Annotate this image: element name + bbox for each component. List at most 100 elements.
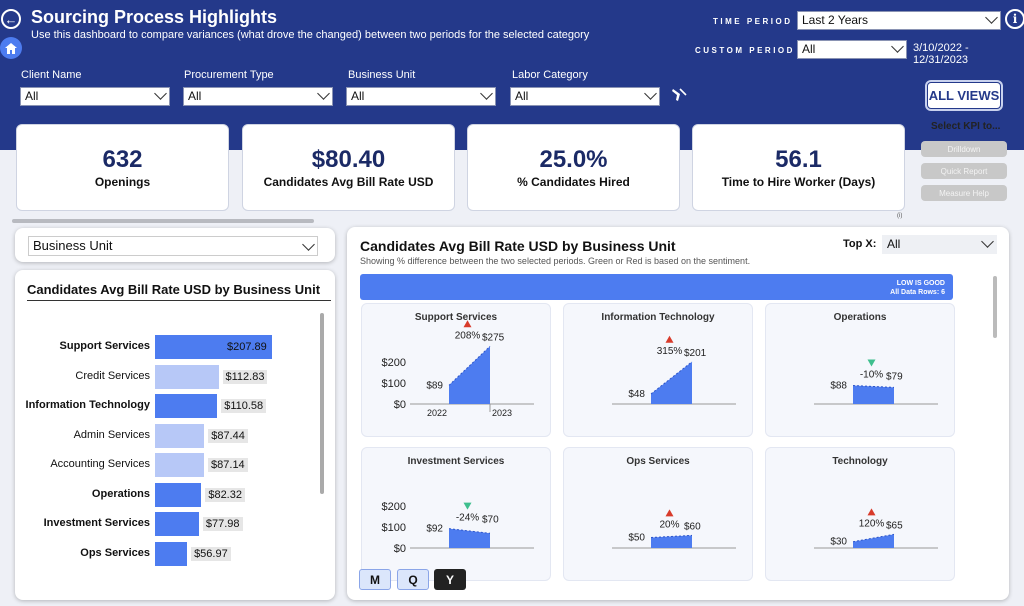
bar-row[interactable]: Admin Services $87.44	[18, 423, 318, 448]
bar-row[interactable]: Ops Services $56.97	[18, 541, 318, 566]
value-2022-label: $30	[830, 537, 847, 548]
right-chart-scrollbar[interactable]	[993, 276, 997, 338]
bar-row[interactable]: Credit Services $112.83	[18, 364, 318, 389]
filter-procurement-type-value: All	[188, 89, 202, 103]
trend-up-arrow-icon	[867, 508, 876, 516]
all-views-button[interactable]: ALL VIEWS	[927, 82, 1001, 109]
bar-category-label: Admin Services	[73, 428, 150, 441]
small-multiple-investment-services[interactable]: Investment Services $92 $70 -24% $200 $100 $0	[361, 447, 551, 581]
filter-labor-category-label: Labor Category	[512, 69, 588, 81]
area-mark	[853, 534, 894, 548]
value-2023-label: $65	[886, 520, 903, 531]
kpi-card-openings[interactable]: 632 Openings	[16, 124, 229, 211]
small-multiple-support-services[interactable]: Support Services $89 $275 208% $200 $100 $0 202…	[361, 303, 551, 437]
kpi-value: 632	[102, 145, 143, 173]
trend-up-arrow-icon	[665, 509, 674, 517]
bar-row[interactable]: Support Services $207.89	[18, 335, 318, 359]
dimension-select[interactable]: Business Unit	[28, 236, 318, 256]
period-button-y[interactable]: Y	[434, 569, 466, 590]
drilldown-button[interactable]: Drilldown	[921, 141, 1007, 157]
bar[interactable]	[155, 512, 199, 536]
bar-row[interactable]: Accounting Services $87.14	[18, 453, 318, 477]
y-tick-label: $100	[382, 522, 406, 534]
time-period-label: TIME PERIOD	[713, 17, 793, 26]
bar[interactable]	[155, 482, 202, 507]
left-chart-title: Candidates Avg Bill Rate USD by Business…	[27, 282, 321, 297]
area-mark	[651, 361, 692, 404]
filter-client-name-value: All	[25, 89, 39, 103]
chevron-down-icon	[981, 235, 994, 248]
bar-category-label: Investment Services	[43, 517, 150, 529]
kpi-label: % Candidates Hired	[517, 174, 630, 189]
pct-change-label: 315%	[657, 346, 683, 357]
measure-help-button[interactable]: Measure Help	[921, 185, 1007, 201]
bar-value-label: $87.44	[208, 428, 248, 443]
quick-report-button[interactable]: Quick Report	[921, 163, 1007, 179]
filter-business-unit-value: All	[351, 89, 365, 103]
left-chart-scrollbar[interactable]	[320, 313, 324, 494]
bar-value-label: $56.97	[191, 546, 231, 561]
bar-category-label: Credit Services	[75, 369, 150, 382]
home-icon[interactable]	[0, 37, 22, 59]
value-2022-label: $89	[426, 380, 443, 391]
kpi-card-candidates-hired[interactable]: 25.0% % Candidates Hired	[467, 124, 680, 211]
bar-value-label: $82.32	[205, 487, 245, 502]
pct-change-label: -10%	[860, 370, 883, 381]
value-2023-label: $60	[684, 521, 701, 532]
bar-row[interactable]: Investment Services $77.98	[18, 512, 318, 536]
custom-period-select[interactable]: All	[797, 40, 907, 59]
small-multiple-ops-services[interactable]: Ops Services $50 $60 20%	[563, 447, 753, 581]
bar[interactable]	[155, 541, 188, 566]
pct-change-label: -24%	[456, 513, 479, 524]
bar[interactable]	[155, 423, 205, 448]
bar-category-label: Support Services	[59, 340, 150, 352]
filter-client-name-label: Client Name	[21, 69, 82, 81]
custom-period-value: All	[802, 42, 816, 56]
kpi-value: $80.40	[311, 145, 386, 173]
period-button-m[interactable]: M	[359, 569, 391, 590]
filter-client-name-select[interactable]: All	[20, 87, 170, 106]
value-2022-label: $92	[426, 524, 443, 535]
info-icon[interactable]: i	[1005, 9, 1024, 29]
trend-up-arrow-icon	[463, 320, 472, 328]
right-chart-title: Candidates Avg Bill Rate USD by Business…	[360, 238, 676, 254]
bar[interactable]	[155, 453, 205, 477]
kpi-label: Time to Hire Worker (Days)	[721, 174, 876, 189]
page-subtitle: Use this dashboard to compare variances …	[31, 29, 590, 41]
small-multiple-chart: $30 $65120%	[814, 508, 938, 549]
bar-category-label: Operations	[91, 487, 150, 500]
value-2022-label: $50	[628, 533, 645, 544]
kpi-card-time-to-hire[interactable]: 56.1 Time to Hire Worker (Days)	[692, 124, 905, 211]
area-mark	[449, 528, 490, 548]
horizontal-scrollbar[interactable]	[12, 219, 314, 223]
dimension-select-value: Business Unit	[33, 238, 113, 253]
bar-value-label: $87.14	[208, 458, 248, 472]
title-underline	[27, 300, 331, 301]
chevron-down-icon	[302, 238, 315, 251]
bar[interactable]	[155, 394, 218, 418]
kpi-card-avg-bill-rate[interactable]: $80.40 Candidates Avg Bill Rate USD	[242, 124, 455, 211]
small-multiple-information-technology[interactable]: Information Technology $48 $201 315%	[563, 303, 753, 437]
clear-filters-icon[interactable]	[671, 86, 687, 102]
banner-low-is-good: LOW IS GOOD	[896, 280, 945, 287]
filter-business-unit-select[interactable]: All	[346, 87, 496, 106]
bar-value-label: $207.89	[227, 341, 267, 353]
bar-row[interactable]: Operations $82.32	[18, 482, 318, 507]
chevron-down-icon	[480, 87, 493, 100]
bar[interactable]	[155, 364, 219, 389]
bar-row[interactable]: Information Technology $110.58	[18, 394, 318, 418]
trend-up-arrow-icon	[665, 335, 674, 343]
filter-labor-category-select[interactable]: All	[510, 87, 660, 106]
topx-select[interactable]: All	[882, 235, 997, 254]
small-multiple-operations[interactable]: Operations $88 $79 -10%	[765, 303, 955, 437]
back-arrow-icon[interactable]: ←	[1, 9, 21, 29]
topx-label: Top X:	[843, 238, 877, 250]
small-multiple-chart: $48 $201315%	[612, 335, 736, 405]
small-multiple-chart: $92 $70-24% $200 $100 $0	[382, 501, 534, 555]
filter-procurement-type-label: Procurement Type	[184, 69, 274, 81]
filter-procurement-type-select[interactable]: All	[183, 87, 333, 106]
time-period-select[interactable]: Last 2 Years	[797, 11, 1001, 30]
period-button-q[interactable]: Q	[397, 569, 429, 590]
kpi-value: 25.0%	[539, 145, 608, 173]
small-multiple-technology[interactable]: Technology $30 $65 120%	[765, 447, 955, 581]
